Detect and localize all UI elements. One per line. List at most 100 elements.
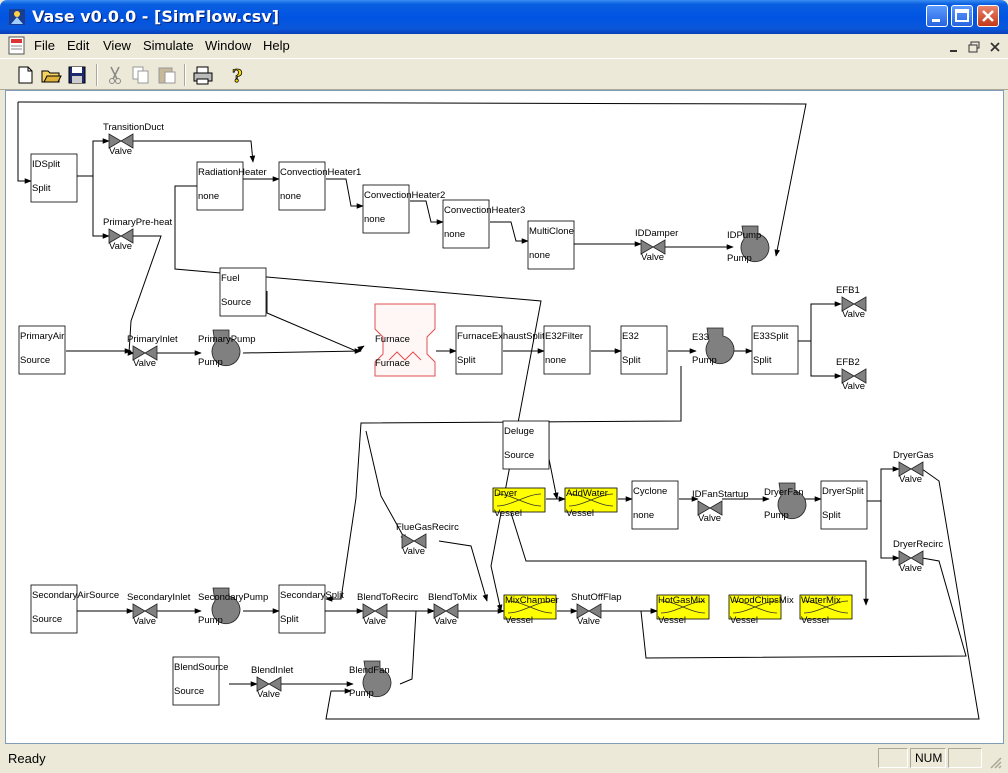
node-wood-chips-mix[interactable]: WoodChipsMix Vessel [728,594,794,626]
node-efb2[interactable]: EFB2 Valve [836,357,867,392]
resize-grip-icon[interactable] [988,755,1002,769]
menu-file[interactable]: File [34,38,55,53]
close-button[interactable] [977,5,999,27]
print-icon[interactable] [192,64,214,86]
menu-simulate[interactable]: Simulate [143,38,194,53]
menu-view[interactable]: View [103,38,131,53]
node-idsplit[interactable]: IDSplit Split [30,153,78,203]
flow-connector[interactable] [510,512,869,606]
node-type-label: Valve [257,689,280,700]
node-dryer-fan[interactable]: DryerFan Pump [764,482,807,521]
node-mix-chamber[interactable]: MixChamber Vessel [503,594,559,626]
maximize-button[interactable] [951,5,973,27]
node-flue-gas-recirc[interactable]: FlueGasRecirc Valve [396,522,459,557]
node-secondary-pump[interactable]: SecondaryPump Pump [198,587,268,626]
flow-connector[interactable] [399,608,435,685]
node-shut-off-flap[interactable]: ShutOffFlap Valve [571,592,622,627]
node-convection-heater1[interactable]: ConvectionHeater1 none [278,161,361,211]
node-idfan-startup[interactable]: IDFanStartup Valve [692,489,749,524]
flow-connector[interactable] [867,466,900,502]
node-blend-to-mix[interactable]: BlendToMix Valve [428,592,477,627]
node-hot-gas-mix[interactable]: HotGasMix Vessel [656,594,710,626]
node-convection-heater3[interactable]: ConvectionHeater3 none [442,199,525,249]
document-icon[interactable] [8,36,26,55]
node-name-label: IDPump [727,230,761,241]
node-name-label: PrimaryPump [198,334,256,345]
flow-connector[interactable] [325,366,682,602]
node-e32-filter[interactable]: E32Filter none [543,325,591,375]
cut-icon[interactable] [104,64,126,86]
flow-connector[interactable] [174,185,542,612]
node-secondary-split[interactable]: SecondarySplit Split [278,584,344,634]
node-primary-pump[interactable]: PrimaryPump Pump [198,329,256,368]
title-bar[interactable]: Vase v0.0.0 - [SimFlow.csv] [0,0,1008,34]
mdi-minimize-button[interactable] [946,40,962,54]
node-blend-to-recirc[interactable]: BlendToRecirc Valve [357,592,418,627]
flow-connector[interactable] [77,138,110,177]
flow-connector[interactable] [17,102,32,184]
node-type-label: Source [20,355,50,366]
node-type-label: Valve [577,616,600,627]
flow-connector[interactable] [266,291,365,352]
flow-connector[interactable] [548,421,559,500]
node-name-label: PrimaryInlet [127,334,178,345]
mdi-restore-button[interactable] [966,40,982,54]
node-name-label: HotGasMix [658,595,705,606]
save-disk-icon[interactable] [66,64,88,86]
node-water-mix[interactable]: WaterMix Vessel [799,594,853,626]
node-name-label: ShutOffFlap [571,592,622,603]
node-transition-duct[interactable]: TransitionDuct Valve [103,122,164,157]
node-dryer-recirc[interactable]: DryerRecirc Valve [893,539,943,574]
node-name-label: Furnace [375,334,410,345]
node-blend-fan[interactable]: BlendFan Pump [349,660,392,699]
node-radiation-heater[interactable]: RadiationHeater none [196,161,267,211]
copy-icon[interactable] [130,64,152,86]
paste-icon[interactable] [156,64,178,86]
node-type-label: Pump [692,355,717,366]
node-multi-clone[interactable]: MultiClone none [527,220,575,270]
node-e33[interactable]: E33 Pump [692,327,735,366]
node-name-label: ConvectionHeater2 [364,190,445,201]
node-name-label: Dryer [494,488,517,499]
node-iddamper[interactable]: IDDamper Valve [635,228,678,263]
flow-connector[interactable] [798,301,842,342]
node-secondary-air-source[interactable]: SecondaryAirSource Source [30,584,119,634]
node-fuel[interactable]: Fuel Source [219,267,267,317]
menu-edit[interactable]: Edit [67,38,89,53]
node-dryer-gas[interactable]: DryerGas Valve [893,450,934,485]
menu-window[interactable]: Window [205,38,251,53]
help-icon[interactable]: ? [226,64,248,86]
node-cyclone[interactable]: Cyclone none [631,480,679,530]
flow-diagram-canvas[interactable]: IDSplit Split TransitionDuct Valve PrimaryPr… [5,90,1004,744]
node-convection-heater2[interactable]: ConvectionHeater2 none [362,184,445,234]
node-secondary-inlet[interactable]: SecondaryInlet Valve [127,592,191,627]
node-dryer-split[interactable]: DryerSplit Split [820,480,868,530]
flow-connector[interactable] [410,200,444,225]
flow-connector[interactable] [133,140,256,163]
node-idpump[interactable]: IDPump Pump [727,225,770,264]
mdi-close-button[interactable] [987,40,1003,54]
node-primary-inlet[interactable]: PrimaryInlet Valve [127,334,178,369]
node-primary-air[interactable]: PrimaryAir Source [18,325,66,375]
flow-connector[interactable] [490,221,529,244]
flow-connector[interactable] [326,178,364,209]
node-e32[interactable]: E32 Split [620,325,668,375]
new-file-icon[interactable] [14,64,36,86]
minimize-button[interactable] [926,5,948,27]
node-add-water[interactable]: AddWater Vessel [564,487,618,519]
node-furnace[interactable]: Furnace Furnace [374,303,436,377]
node-name-label: E33Split [753,331,789,342]
node-primary-preheat[interactable]: PrimaryPre-heat Valve [103,217,173,252]
node-blend-source[interactable]: BlendSource Source [172,656,228,706]
node-deluge[interactable]: Deluge Source [502,420,550,470]
node-blend-inlet[interactable]: BlendInlet Valve [251,665,294,700]
flow-connector[interactable] [242,348,362,354]
open-folder-icon[interactable] [40,64,62,86]
node-name-label: TransitionDuct [103,122,164,133]
node-type-label: Valve [109,146,132,157]
node-efb1[interactable]: EFB1 Valve [836,285,867,320]
node-dryer[interactable]: Dryer Vessel [492,487,546,519]
node-type-label: none [364,214,385,225]
menu-help[interactable]: Help [263,38,290,53]
node-e33-split[interactable]: E33Split Split [751,325,799,375]
